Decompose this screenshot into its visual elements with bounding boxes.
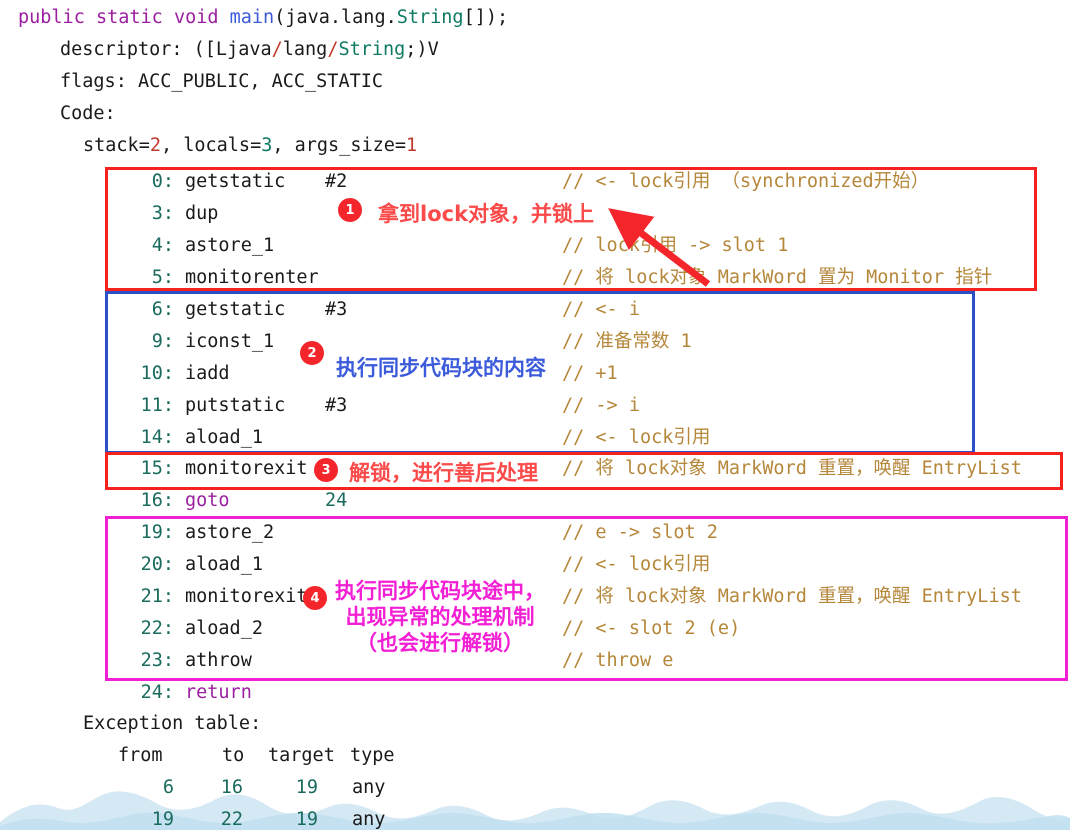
instr-index: 10: (140, 363, 174, 384)
stack-locals-line: stack=2, locals=3, args_size=1 (83, 135, 418, 156)
instr-index: 4: (151, 235, 174, 256)
instr-index: 23: (140, 650, 174, 671)
instr-opcode: iconst_1 (185, 331, 275, 352)
descriptor-line: descriptor: ([Ljava/lang/String;)V (60, 39, 439, 60)
exception-table-title: Exception table: (83, 713, 262, 734)
instr-comment: // <- lock引用 (562, 554, 711, 575)
instr-comment: // +1 (562, 363, 618, 384)
annotation-text-1: 拿到lock对象，并锁上 (378, 202, 595, 226)
instr-opcode: aload_2 (185, 618, 263, 639)
instr-opcode: return (185, 682, 252, 703)
exception-table-header-target: target (268, 745, 335, 766)
instr-index: 11: (140, 395, 174, 416)
annotation-badge-1: 1 (338, 198, 362, 222)
exception-table-header-type: type (350, 745, 395, 766)
annotation-text-2: 执行同步代码块的内容 (336, 356, 546, 380)
exception-row-type: any (352, 777, 386, 798)
annotation-text-4: 执行同步代码块途中， 出现异常的处理机制 （也会进行解锁） (335, 579, 545, 655)
exception-table-header-to: to (222, 745, 245, 766)
instr-operand: 24 (325, 490, 348, 511)
instr-index: 20: (140, 554, 174, 575)
exception-row-from: 19 (151, 809, 174, 830)
instr-comment: // throw e (562, 650, 674, 671)
instr-opcode: dup (185, 203, 219, 224)
instr-opcode: monitorexit (185, 586, 308, 607)
instr-opcode: aload_1 (185, 554, 263, 575)
javap-output-page: public static void main(java.lang.String… (0, 0, 1070, 830)
instr-opcode: goto (185, 490, 230, 511)
instr-index: 9: (151, 331, 174, 352)
exception-table-header-from: from (118, 745, 163, 766)
instr-index: 19: (140, 522, 174, 543)
instr-index: 21: (140, 586, 174, 607)
instr-opcode: monitorenter (185, 267, 319, 288)
flags-line: flags: ACC_PUBLIC, ACC_STATIC (60, 71, 384, 92)
instr-comment: // 准备常数 1 (562, 331, 692, 352)
instr-index: 15: (140, 458, 174, 479)
method-signature: public static void main(java.lang.String… (18, 7, 509, 28)
instr-index: 22: (140, 618, 174, 639)
code-listing: public static void main(java.lang.String… (0, 0, 1070, 830)
annotation-arrow-icon (608, 208, 711, 287)
instr-comment: // -> i (562, 395, 640, 416)
annotation-text-3: 解锁，进行善后处理 (349, 461, 538, 485)
instr-opcode: getstatic (185, 299, 286, 320)
instr-operand: #2 (325, 171, 348, 192)
instr-index: 3: (151, 203, 174, 224)
instr-opcode: aload_1 (185, 427, 263, 448)
instr-operand: #3 (325, 395, 348, 416)
instr-operand: #3 (325, 299, 348, 320)
exception-row-target: 19 (295, 777, 318, 798)
annotation-badge-2: 2 (300, 341, 324, 365)
exception-row-type: any (352, 809, 386, 830)
instr-opcode: monitorexit (185, 458, 308, 479)
annotation-badge-4: 4 (303, 586, 327, 610)
exception-row-target: 19 (295, 809, 318, 830)
instr-comment: // <- lock引用 (562, 427, 711, 448)
instr-index: 6: (151, 299, 174, 320)
instr-index: 24: (140, 682, 174, 703)
exception-row-to: 22 (220, 809, 243, 830)
instr-opcode: getstatic (185, 171, 286, 192)
instr-opcode: athrow (185, 650, 252, 671)
instr-comment: // 将 lock对象 MarkWord 重置，唤醒 EntryList (562, 458, 1022, 479)
instr-opcode: astore_2 (185, 522, 275, 543)
instr-comment: // <- i (562, 299, 640, 320)
instr-comment: // 将 lock对象 MarkWord 重置，唤醒 EntryList (562, 586, 1022, 607)
instr-opcode: astore_1 (185, 235, 275, 256)
exception-row-from: 6 (162, 777, 174, 798)
instr-comment: // <- lock引用 （synchronized开始） (562, 171, 930, 192)
annotation-badge-3: 3 (314, 458, 338, 482)
instr-opcode: putstatic (185, 395, 286, 416)
instr-opcode: iadd (185, 363, 230, 384)
instr-index: 0: (151, 171, 174, 192)
instr-index: 14: (140, 427, 174, 448)
code-label: Code: (60, 103, 116, 124)
exception-row-to: 16 (220, 777, 243, 798)
instr-index: 16: (140, 490, 174, 511)
instr-comment: // e -> slot 2 (562, 522, 718, 543)
instr-comment: // <- slot 2 (e) (562, 618, 741, 639)
instr-index: 5: (151, 267, 174, 288)
